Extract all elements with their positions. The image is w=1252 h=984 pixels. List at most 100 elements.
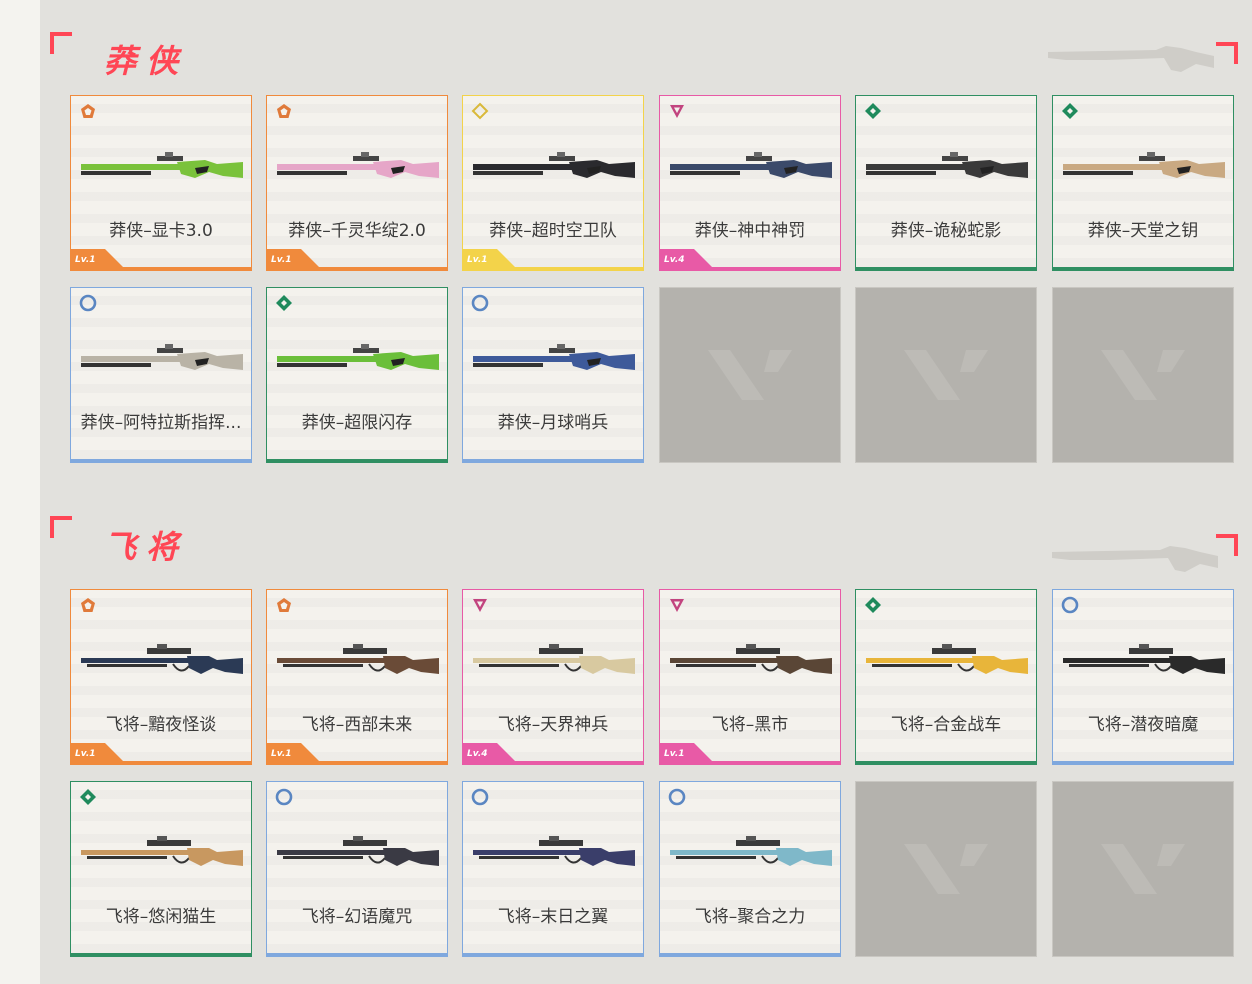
weapon-skin-image	[1063, 152, 1225, 178]
corner-decoration	[50, 32, 72, 54]
valorant-logo-icon	[1101, 350, 1185, 400]
weapon-skin-name: 飞将–聚合之力	[694, 907, 806, 927]
corner-decoration	[1216, 42, 1238, 64]
weapon-skin-name: 飞将–悠闲猫生	[105, 907, 217, 927]
corner-decoration	[50, 516, 72, 538]
exclusive-tier-icon	[277, 598, 291, 612]
weapon-skin-card[interactable]: 飞将–黑市 Lv.1	[659, 589, 841, 765]
weapon-skin-image	[670, 644, 832, 674]
valorant-logo-icon	[708, 350, 792, 400]
weapon-skin-card[interactable]: 莽侠–天堂之钥	[1052, 95, 1234, 271]
weapon-skin-card[interactable]: 飞将–黯夜怪谈 Lv.1	[70, 589, 252, 765]
select-tier-icon	[1061, 596, 1079, 614]
weapon-skin-image	[277, 152, 439, 178]
select-tier-icon	[471, 294, 489, 312]
valorant-logo-icon	[904, 350, 988, 400]
exclusive-tier-icon	[81, 104, 95, 118]
level-label: Lv.1	[271, 749, 292, 759]
valorant-logo-icon	[904, 844, 988, 894]
weapon-skin-card[interactable]: 莽侠–阿特拉斯指挥...	[70, 287, 252, 463]
deluxe-tier-icon	[865, 597, 881, 613]
valorant-logo-icon	[1101, 844, 1185, 894]
select-tier-icon	[471, 788, 489, 806]
weapon-skin-name: 飞将–黯夜怪谈	[105, 715, 217, 735]
premium-tier-icon	[670, 105, 684, 118]
weapon-skin-image	[473, 644, 635, 674]
weapon-skin-card[interactable]: 莽侠–显卡3.0 Lv.1	[70, 95, 252, 271]
weapon-skin-card[interactable]: 莽侠–诡秘蛇影	[855, 95, 1037, 271]
empty-skin-slot	[659, 287, 841, 463]
weapon-skin-name: 飞将–潜夜暗魔	[1087, 715, 1199, 735]
select-tier-icon	[275, 788, 293, 806]
weapon-skin-name: 莽侠–超限闪存	[301, 413, 413, 433]
weapon-skin-image	[81, 344, 243, 370]
weapon-skin-card[interactable]: 莽侠–神中神罚 Lv.4	[659, 95, 841, 271]
weapon-skin-card[interactable]: 莽侠–千灵华绽2.0 Lv.1	[266, 95, 448, 271]
shotgun-silhouette-icon	[1052, 546, 1218, 572]
weapon-skin-image	[81, 152, 243, 178]
weapon-skin-card[interactable]: 飞将–聚合之力	[659, 781, 841, 957]
level-label: Lv.1	[271, 255, 292, 265]
weapon-skin-card[interactable]: 飞将–幻语魔咒	[266, 781, 448, 957]
exclusive-tier-icon	[277, 104, 291, 118]
weapon-skin-image	[473, 344, 635, 370]
deluxe-tier-icon	[80, 789, 96, 805]
weapon-skin-name: 飞将–黑市	[711, 715, 789, 735]
weapon-skin-image	[277, 644, 439, 674]
level-label: Lv.4	[664, 255, 685, 265]
weapon-skin-image	[866, 152, 1028, 178]
empty-skin-slot	[855, 287, 1037, 463]
select-tier-icon	[79, 294, 97, 312]
weapon-skin-image	[277, 344, 439, 370]
weapon-skin-card[interactable]: 飞将–末日之翼	[462, 781, 644, 957]
weapon-skin-card[interactable]: 莽侠–月球哨兵	[462, 287, 644, 463]
level-label: Lv.1	[467, 255, 488, 265]
weapon-skin-image	[277, 836, 439, 866]
level-label: Lv.4	[467, 749, 488, 759]
weapon-skin-image	[81, 644, 243, 674]
weapon-skin-name: 飞将–西部未来	[301, 715, 413, 735]
exclusive-tier-icon	[81, 598, 95, 612]
weapon-skin-name: 飞将–合金战车	[890, 715, 1002, 735]
level-label: Lv.1	[75, 749, 96, 759]
premium-tier-icon	[670, 599, 684, 612]
weapon-skin-name: 莽侠–月球哨兵	[497, 413, 609, 433]
weapon-skin-image	[1063, 644, 1225, 674]
weapon-skin-card[interactable]: 飞将–合金战车	[855, 589, 1037, 765]
weapon-skin-image	[670, 152, 832, 178]
empty-skin-slot	[1052, 781, 1234, 957]
weapon-skin-image	[670, 836, 832, 866]
corner-decoration	[1216, 534, 1238, 556]
shotgun-silhouette-icon	[1048, 46, 1214, 72]
weapon-skin-card[interactable]: 飞将–悠闲猫生	[70, 781, 252, 957]
weapon-skin-image	[866, 644, 1028, 674]
section-title: 莽侠	[104, 42, 189, 80]
weapon-skin-card[interactable]: 飞将–天界神兵 Lv.4	[462, 589, 644, 765]
deluxe-tier-icon	[276, 295, 292, 311]
weapon-skin-card[interactable]: 飞将–西部未来 Lv.1	[266, 589, 448, 765]
weapon-skin-name: 飞将–幻语魔咒	[301, 907, 413, 927]
empty-skin-slot	[1052, 287, 1234, 463]
weapon-skin-name: 莽侠–神中神罚	[694, 221, 806, 241]
level-label: Lv.1	[664, 749, 685, 759]
weapon-skin-name: 莽侠–阿特拉斯指挥...	[80, 413, 242, 433]
deluxe-tier-icon	[1062, 103, 1078, 119]
weapon-skin-name: 莽侠–超时空卫队	[489, 221, 617, 241]
weapon-skin-card[interactable]: 飞将–潜夜暗魔	[1052, 589, 1234, 765]
empty-skin-slot	[855, 781, 1037, 957]
deluxe-tier-icon	[865, 103, 881, 119]
weapon-skin-card[interactable]: 莽侠–超时空卫队 Lv.1	[462, 95, 644, 271]
level-label: Lv.1	[75, 255, 96, 265]
weapon-skin-card[interactable]: 莽侠–超限闪存	[266, 287, 448, 463]
section-title: 飞将	[104, 528, 189, 566]
weapon-skin-name: 飞将–天界神兵	[497, 715, 609, 735]
weapon-skin-image	[81, 836, 243, 866]
weapon-skin-name: 莽侠–显卡3.0	[109, 221, 213, 241]
weapon-skin-name: 莽侠–天堂之钥	[1087, 221, 1199, 241]
weapon-skin-name: 莽侠–诡秘蛇影	[890, 221, 1002, 241]
select-tier-icon	[668, 788, 686, 806]
weapon-skin-image	[473, 152, 635, 178]
weapon-skin-name: 莽侠–千灵华绽2.0	[288, 221, 426, 241]
ultra-tier-icon	[471, 102, 489, 120]
premium-tier-icon	[473, 599, 487, 612]
